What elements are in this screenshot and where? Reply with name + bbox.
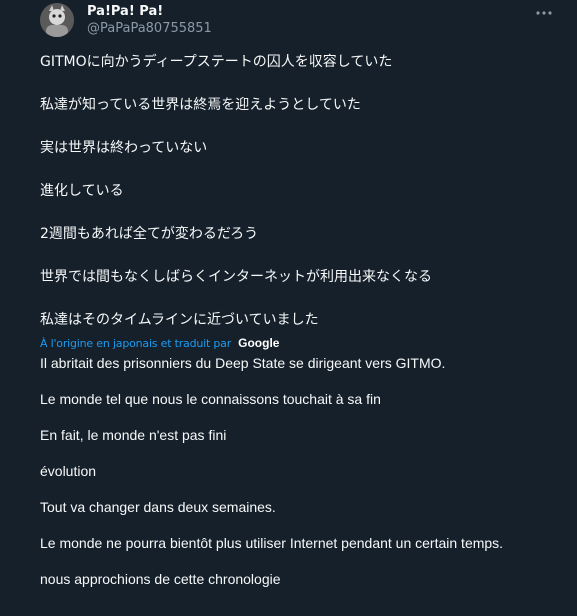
google-logo: Google [238, 336, 280, 350]
translated-line: évolution [40, 463, 97, 479]
original-line: 私達はそのタイムラインに近づいていました [40, 312, 319, 328]
more-horizontal-icon[interactable] [531, 3, 557, 23]
original-text: GITMOに向かうディープステートの囚人を収容していた 私達が知っている世界は終… [40, 52, 560, 330]
original-line: 実は世界は終わっていない [40, 140, 208, 156]
translation-attribution: À l'origine en japonais et traduit par G… [40, 334, 560, 350]
translated-text: Il abritait des prisonniers du Deep Stat… [40, 354, 560, 588]
tweet-header: Pa!Pa! Pa! @PaPaPa80755851 [40, 3, 557, 39]
tweet: Pa!Pa! Pa! @PaPaPa80755851 GITMOに向かうディープ… [0, 0, 577, 616]
user-handle[interactable]: @PaPaPa80755851 [87, 21, 212, 37]
display-name[interactable]: Pa!Pa! Pa! [87, 4, 212, 20]
original-line: 2週間もあれば全てが変わるだろう [40, 226, 259, 242]
author-names: Pa!Pa! Pa! @PaPaPa80755851 [87, 3, 212, 37]
original-line: GITMOに向かうディープステートの囚人を収容していた [40, 54, 393, 70]
avatar-image [40, 3, 74, 37]
translated-line: Tout va changer dans deux semaines. [40, 499, 276, 515]
original-line: 進化している [40, 183, 124, 199]
original-line: 私達が知っている世界は終焉を迎えようとしていた [40, 97, 361, 113]
translated-line: Le monde ne pourra bientôt plus utiliser… [40, 535, 504, 551]
translated-line: nous approchions de cette chronologie [40, 571, 281, 587]
tweet-content: GITMOに向かうディープステートの囚人を収容していた 私達が知っている世界は終… [40, 52, 560, 588]
translated-line: En fait, le monde n'est pas fini [40, 427, 227, 443]
translated-line: Il abritait des prisonniers du Deep Stat… [40, 355, 446, 371]
translated-line: Le monde tel que nous le connaissons tou… [40, 391, 381, 407]
translation-link[interactable]: À l'origine en japonais et traduit par [40, 337, 231, 350]
avatar[interactable] [40, 3, 74, 37]
original-line: 世界では間もなくしばらくインターネットが利用出来なくなる [40, 269, 432, 285]
